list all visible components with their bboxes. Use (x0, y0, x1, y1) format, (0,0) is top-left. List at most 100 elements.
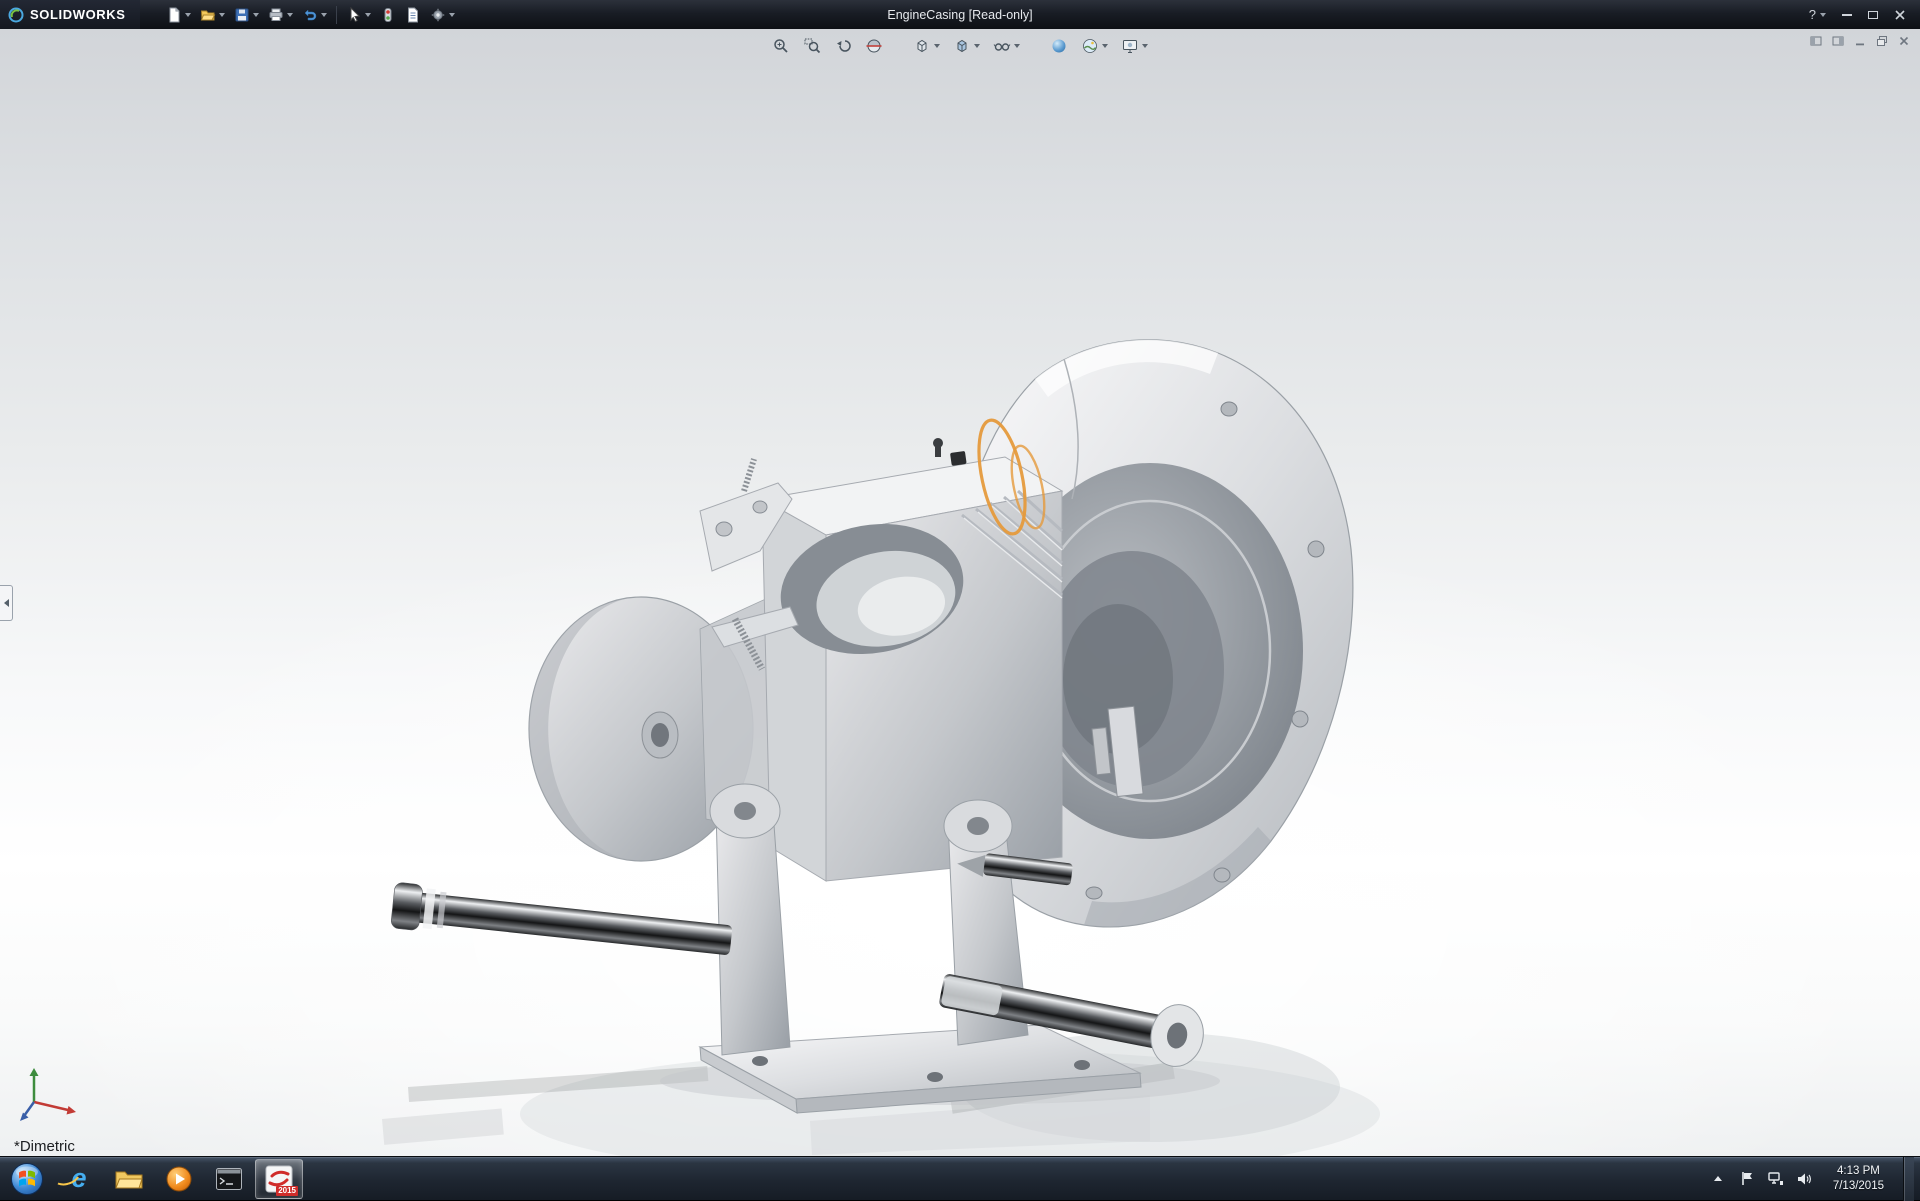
print-button[interactable] (264, 4, 297, 26)
maximize-icon (1868, 11, 1878, 19)
apply-scene-button[interactable] (1079, 35, 1110, 57)
edit-appearance-button[interactable] (1048, 35, 1070, 57)
hide-show-glasses-icon (993, 37, 1011, 55)
hide-show-items-button[interactable] (991, 35, 1022, 57)
action-center-button[interactable] (1738, 1170, 1756, 1188)
rebuild-icon (380, 7, 396, 23)
speaker-icon (1797, 1172, 1812, 1186)
help-button[interactable]: ? (1809, 7, 1826, 22)
dropdown-caret-icon (1014, 44, 1020, 48)
left-shaft[interactable] (391, 882, 734, 963)
zoom-to-area-button[interactable] (801, 35, 823, 57)
windows-start-orb-icon (10, 1162, 44, 1196)
app-brand: SOLIDWORKS (0, 0, 140, 29)
zoom-to-area-icon (803, 37, 821, 55)
dropdown-caret-icon (1142, 44, 1148, 48)
close-document-button[interactable] (1898, 35, 1910, 47)
minimize-button[interactable] (1842, 14, 1852, 16)
select-cursor-icon (346, 7, 362, 23)
save-button[interactable] (230, 4, 263, 26)
section-view-button[interactable] (863, 35, 885, 57)
show-right-pane-button[interactable] (1832, 35, 1844, 47)
view-settings-button[interactable] (1119, 35, 1150, 57)
new-document-icon (166, 7, 182, 23)
left-pane-icon (1810, 35, 1822, 47)
taskbar-internet-explorer-button[interactable]: e (55, 1159, 103, 1199)
clock-time: 4:13 PM (1833, 1164, 1884, 1179)
open-button[interactable] (196, 4, 229, 26)
toolbar-divider (336, 6, 337, 24)
dropdown-caret-icon (219, 13, 225, 17)
dropdown-caret-icon (449, 13, 455, 17)
section-view-icon (865, 37, 883, 55)
action-center-flag-icon (1740, 1171, 1754, 1186)
dropdown-caret-icon (253, 13, 259, 17)
help-label: ? (1809, 7, 1816, 22)
new-document-button[interactable] (162, 4, 195, 26)
maximize-button[interactable] (1868, 11, 1878, 19)
restore-document-icon (1876, 35, 1888, 47)
dropdown-caret-icon (365, 13, 371, 17)
top-fittings[interactable] (933, 438, 967, 466)
heads-up-view-toolbar (770, 35, 1150, 57)
network-status-button[interactable] (1767, 1170, 1785, 1188)
previous-view-icon (834, 37, 852, 55)
right-pane-icon (1832, 35, 1844, 47)
folder-icon (115, 1168, 143, 1190)
file-properties-button[interactable] (401, 4, 425, 26)
view-orientation-button[interactable] (911, 35, 942, 57)
previous-view-button[interactable] (832, 35, 854, 57)
minimize-document-button[interactable] (1854, 35, 1866, 47)
system-tray: 4:13 PM 7/13/2015 (1709, 1157, 1920, 1201)
options-gear-icon (430, 7, 446, 23)
taskbar-solidworks-button[interactable]: 2015 (255, 1159, 303, 1199)
cylinder-block[interactable] (762, 457, 1062, 881)
start-button[interactable] (0, 1157, 54, 1201)
solidworks-version-badge: 2015 (276, 1186, 298, 1196)
close-button[interactable] (1894, 9, 1906, 21)
dropdown-caret-icon (1820, 13, 1826, 17)
volume-button[interactable] (1796, 1170, 1814, 1188)
taskbar: e 2015 (0, 1156, 1920, 1200)
taskbar-clock[interactable]: 4:13 PM 7/13/2015 (1825, 1164, 1892, 1194)
show-hidden-icons-button[interactable] (1709, 1170, 1727, 1188)
taskbar-media-player-button[interactable] (155, 1159, 203, 1199)
zoom-to-fit-icon (772, 37, 790, 55)
save-icon (234, 7, 250, 23)
clock-date: 7/13/2015 (1833, 1179, 1884, 1194)
reference-triad[interactable] (20, 1064, 84, 1122)
chevron-up-icon (1714, 1176, 1722, 1181)
graphics-viewport[interactable]: *Dimetric (0, 29, 1920, 1156)
cad-model[interactable] (0, 29, 1920, 1156)
select-button[interactable] (342, 4, 375, 26)
show-desktop-button[interactable] (1903, 1157, 1914, 1201)
feature-manager-collapse-tab[interactable] (0, 585, 13, 621)
command-prompt-icon (216, 1168, 242, 1190)
quick-access-toolbar (162, 4, 459, 26)
brand-name: SOLIDWORKS (30, 7, 126, 22)
minimize-document-icon (1854, 35, 1866, 47)
taskbar-windows-explorer-button[interactable] (105, 1159, 153, 1199)
network-icon (1768, 1172, 1784, 1186)
dropdown-caret-icon (287, 13, 293, 17)
view-settings-icon (1121, 37, 1139, 55)
show-left-pane-button[interactable] (1810, 35, 1822, 47)
close-document-icon (1898, 35, 1910, 47)
restore-document-button[interactable] (1876, 35, 1888, 47)
display-style-button[interactable] (951, 35, 982, 57)
undo-button[interactable] (298, 4, 331, 26)
options-button[interactable] (426, 4, 459, 26)
document-window-controls (1810, 35, 1910, 47)
taskbar-command-prompt-button[interactable] (205, 1159, 253, 1199)
zoom-to-fit-button[interactable] (770, 35, 792, 57)
window-controls: ? (1809, 7, 1920, 22)
3ds-logo-icon (8, 7, 24, 23)
undo-icon (302, 7, 318, 23)
edit-appearance-sphere-icon (1050, 37, 1068, 55)
view-orientation-cube-icon (913, 37, 931, 55)
open-folder-icon (200, 7, 216, 23)
file-properties-icon (405, 7, 421, 23)
rebuild-button[interactable] (376, 4, 400, 26)
close-icon (1894, 9, 1906, 21)
titlebar: SOLIDWORKS (0, 0, 1920, 29)
